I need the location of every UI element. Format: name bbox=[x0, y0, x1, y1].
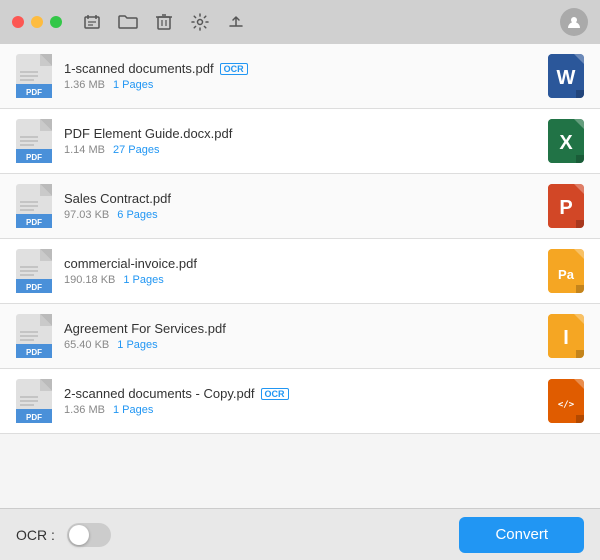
traffic-lights bbox=[12, 16, 62, 28]
bottom-bar: OCR : Convert bbox=[0, 508, 600, 560]
ocr-label: OCR : bbox=[16, 527, 55, 543]
file-size: 1.14 MB bbox=[64, 144, 105, 156]
output-icon-ppt[interactable]: P bbox=[548, 184, 584, 228]
svg-text:P: P bbox=[559, 197, 572, 219]
svg-text:</>: </> bbox=[558, 400, 575, 410]
file-name: Agreement For Services.pdf bbox=[64, 321, 548, 336]
file-meta: 1.14 MB 27 Pages bbox=[64, 144, 548, 156]
file-size: 1.36 MB bbox=[64, 404, 105, 416]
svg-text:X: X bbox=[559, 132, 573, 154]
file-meta: 97.03 KB 6 Pages bbox=[64, 209, 548, 221]
list-item: PDF PDF Element Guide.docx.pdf 1.14 MB 27 … bbox=[0, 109, 600, 174]
ocr-toggle-knob bbox=[69, 525, 89, 545]
ocr-badge: OCR bbox=[220, 63, 248, 75]
file-meta: 190.18 KB 1 Pages bbox=[64, 274, 548, 286]
svg-text:PDF: PDF bbox=[26, 153, 42, 162]
output-icon-excel[interactable]: X bbox=[548, 119, 584, 163]
file-meta: 65.40 KB 1 Pages bbox=[64, 339, 548, 351]
file-size: 97.03 KB bbox=[64, 209, 109, 221]
list-item: PDF Agreement For Services.pdf 65.40 KB 1 … bbox=[0, 304, 600, 369]
toolbar-icons bbox=[82, 12, 246, 32]
file-info: 2-scanned documents - Copy.pdf OCR 1.36 MB… bbox=[64, 386, 548, 416]
file-name: 2-scanned documents - Copy.pdf OCR bbox=[64, 386, 548, 401]
list-item: PDF commercial-invoice.pdf 190.18 KB 1 Pag… bbox=[0, 239, 600, 304]
trash-icon[interactable] bbox=[154, 12, 174, 32]
file-pages[interactable]: 6 Pages bbox=[117, 209, 157, 221]
title-bar bbox=[0, 0, 600, 44]
file-name-text: commercial-invoice.pdf bbox=[64, 256, 197, 271]
close-button[interactable] bbox=[12, 16, 24, 28]
maximize-button[interactable] bbox=[50, 16, 62, 28]
ocr-toggle[interactable] bbox=[67, 523, 111, 547]
file-meta: 1.36 MB 1 Pages bbox=[64, 79, 548, 91]
convert-button[interactable]: Convert bbox=[459, 517, 584, 553]
svg-text:I: I bbox=[563, 327, 569, 349]
file-list: PDF 1-scanned documents.pdf OCR 1.36 MB 1 P… bbox=[0, 44, 600, 508]
svg-text:PDF: PDF bbox=[26, 218, 42, 227]
svg-text:PDF: PDF bbox=[26, 88, 42, 97]
pdf-thumbnail: PDF bbox=[16, 314, 52, 358]
file-name-text: 1-scanned documents.pdf bbox=[64, 61, 214, 76]
file-size: 190.18 KB bbox=[64, 274, 115, 286]
file-pages[interactable]: 27 Pages bbox=[113, 144, 159, 156]
pdf-thumbnail: PDF bbox=[16, 249, 52, 293]
file-meta: 1.36 MB 1 Pages bbox=[64, 404, 548, 416]
pdf-thumbnail: PDF bbox=[16, 119, 52, 163]
list-item: PDF Sales Contract.pdf 97.03 KB 6 Pages P bbox=[0, 174, 600, 239]
file-name-text: Sales Contract.pdf bbox=[64, 191, 171, 206]
output-icon-word[interactable]: W bbox=[548, 54, 584, 98]
file-pages[interactable]: 1 Pages bbox=[123, 274, 163, 286]
file-pages[interactable]: 1 Pages bbox=[113, 79, 153, 91]
file-size: 65.40 KB bbox=[64, 339, 109, 351]
file-info: Sales Contract.pdf 97.03 KB 6 Pages bbox=[64, 191, 548, 221]
svg-text:PDF: PDF bbox=[26, 283, 42, 292]
file-info: commercial-invoice.pdf 190.18 KB 1 Pages bbox=[64, 256, 548, 286]
new-tab-icon[interactable] bbox=[82, 12, 102, 32]
file-name: PDF Element Guide.docx.pdf bbox=[64, 126, 548, 141]
svg-text:PDF: PDF bbox=[26, 348, 42, 357]
list-item: PDF 2-scanned documents - Copy.pdf OCR 1.3… bbox=[0, 369, 600, 434]
file-name: Sales Contract.pdf bbox=[64, 191, 548, 206]
file-info: 1-scanned documents.pdf OCR 1.36 MB 1 Pages bbox=[64, 61, 548, 91]
svg-text:Pa: Pa bbox=[558, 267, 575, 282]
file-name-text: 2-scanned documents - Copy.pdf bbox=[64, 386, 255, 401]
file-pages[interactable]: 1 Pages bbox=[117, 339, 157, 351]
pdf-thumbnail: PDF bbox=[16, 379, 52, 423]
pdf-thumbnail: PDF bbox=[16, 54, 52, 98]
output-icon-pdf2[interactable]: Pa bbox=[548, 249, 584, 293]
file-name-text: PDF Element Guide.docx.pdf bbox=[64, 126, 232, 141]
folder-icon[interactable] bbox=[118, 12, 138, 32]
settings-icon[interactable] bbox=[190, 12, 210, 32]
file-info: Agreement For Services.pdf 65.40 KB 1 Page… bbox=[64, 321, 548, 351]
file-pages[interactable]: 1 Pages bbox=[113, 404, 153, 416]
upload-icon[interactable] bbox=[226, 12, 246, 32]
file-name: commercial-invoice.pdf bbox=[64, 256, 548, 271]
list-item: PDF 1-scanned documents.pdf OCR 1.36 MB 1 P… bbox=[0, 44, 600, 109]
output-icon-indesign[interactable]: I bbox=[548, 314, 584, 358]
file-name-text: Agreement For Services.pdf bbox=[64, 321, 226, 336]
user-avatar[interactable] bbox=[560, 8, 588, 36]
file-name: 1-scanned documents.pdf OCR bbox=[64, 61, 548, 76]
output-icon-code[interactable]: </> bbox=[548, 379, 584, 423]
svg-text:PDF: PDF bbox=[26, 413, 42, 422]
pdf-thumbnail: PDF bbox=[16, 184, 52, 228]
ocr-badge: OCR bbox=[261, 388, 289, 400]
minimize-button[interactable] bbox=[31, 16, 43, 28]
file-info: PDF Element Guide.docx.pdf 1.14 MB 27 Page… bbox=[64, 126, 548, 156]
svg-text:W: W bbox=[557, 67, 576, 89]
file-size: 1.36 MB bbox=[64, 79, 105, 91]
